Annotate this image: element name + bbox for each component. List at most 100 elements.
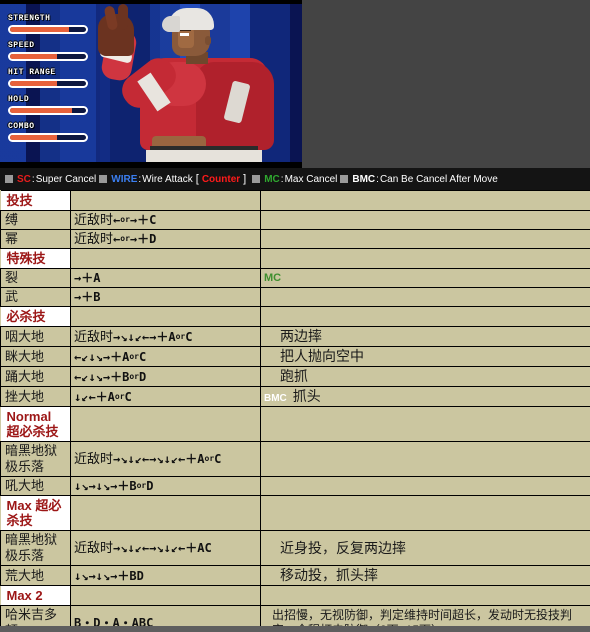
move-command: B・D・A・ABC (70, 605, 261, 626)
move-name: 咽大地 (0, 326, 71, 347)
table-row: 暗黑地狱极乐落 近敌时→↘↓↙←→↘↓↙←＋AorC (0, 441, 590, 477)
move-command-arrows: →↘↓↙←→＋A (113, 329, 176, 344)
fighter-fingers-2 (118, 4, 128, 30)
section-blank-cell (70, 406, 261, 442)
move-name: 荒大地 (0, 565, 71, 586)
stat-label: HIT RANGE (8, 68, 56, 77)
stat-bar-track (8, 79, 88, 88)
move-note-inline: 移动投，抓头摔 (264, 567, 587, 584)
fighter-eye (180, 33, 189, 36)
move-note-cell (260, 441, 590, 477)
move-command: ↓↘→↓↘→＋BorD (70, 476, 261, 496)
fighter-ear (205, 36, 211, 45)
move-command: 近敌时←or→＋C (70, 210, 261, 230)
section-blank-cell (260, 585, 590, 606)
stat-strength: STRENGTH (8, 14, 88, 34)
move-command-or: or (136, 481, 147, 490)
cancel-tag-bmc: BMC (264, 393, 287, 404)
section-header-row: 特殊技 (0, 248, 590, 269)
move-note-cell (260, 210, 590, 230)
stat-bar-track (8, 25, 88, 34)
stat-label: SPEED (8, 41, 35, 50)
move-command-or: or (129, 351, 139, 361)
move-note: 抓头 (292, 388, 321, 404)
move-command-arrows: ↓↘→↓↘→＋B (74, 479, 137, 493)
section-blank-cell (260, 406, 590, 442)
move-command: 近敌时→↘↓↙←→↘↓↙←＋AC (70, 530, 261, 566)
stat-speed: SPEED (8, 41, 88, 61)
move-command: ↓↙←＋AorC (70, 386, 261, 407)
move-command-arrows: ↓↙←＋A (74, 389, 115, 404)
stat-combo: COMBO (8, 122, 88, 142)
legend-desc-wire: Wire Attack (142, 173, 193, 185)
legend-desc-mc: Max Cancel (284, 173, 338, 185)
legend-key-wire: WIRE (111, 173, 138, 185)
table-row: 缚 近敌时←or→＋C (0, 210, 590, 230)
move-note: 移动投，抓头摔 (280, 567, 378, 583)
legend-square-icon (340, 175, 349, 183)
stat-bar-fill (10, 135, 58, 140)
move-note-inline: MC (264, 272, 587, 284)
section-header-row: 投技 (0, 190, 590, 211)
stat-bar-fill (10, 108, 73, 113)
section-blank-cell (70, 585, 261, 606)
move-command-prefix: 近敌时 (74, 328, 114, 344)
footer-bar (0, 626, 590, 632)
section-title: Normal 超必杀技 (0, 406, 71, 442)
move-note: 跑抓 (280, 368, 308, 384)
legend-colon: : (376, 173, 379, 185)
move-command-suffix: C (185, 329, 193, 344)
legend-square-icon (252, 175, 261, 183)
section-title: 特殊技 (0, 248, 71, 269)
move-command: →＋B (70, 287, 261, 307)
stat-hit-range: HIT RANGE (8, 68, 88, 88)
move-command: →＋A (70, 268, 261, 288)
table-row: 暗黑地狱极乐落 近敌时→↘↓↙←→↘↓↙←＋AC 近身投，反复两边摔 (0, 530, 590, 566)
section-blank-cell (70, 306, 261, 327)
move-name: 缚 (0, 210, 71, 230)
move-name: 暗黑地狱极乐落 (0, 441, 71, 477)
move-name: 暗黑地狱极乐落 (0, 530, 71, 566)
legend-key-mc: MC (264, 173, 280, 185)
move-note-cell: 出招慢，无视防御，判定维持时间超长，发动时无投技判定，全程打击防御（8下~15下… (260, 605, 590, 626)
move-name: 幂 (0, 229, 71, 249)
fighter-hair-side (162, 16, 180, 32)
move-command-or: or (120, 215, 130, 224)
move-note-cell: 跑抓 (260, 366, 590, 387)
move-command-prefix: 近敌时 (74, 540, 114, 555)
stat-bar-track (8, 106, 88, 115)
move-note-cell (260, 287, 590, 307)
legend-bar: SC : Super Cancel WIRE : Wire Attack [ C… (0, 168, 590, 190)
stat-label: COMBO (8, 122, 35, 131)
move-command: ↓↘→↓↘→＋BD (70, 565, 261, 586)
move-note: 出招慢，无视防御，判定维持时间超长，发动时无投技判定，全程打击防御（8下~15下… (272, 608, 573, 626)
section-header-row: Max 超必杀技 (0, 495, 590, 531)
move-name: 裂 (0, 268, 71, 288)
section-title: Max 2 (0, 585, 71, 606)
move-note-inline: 把人抛向空中 (264, 348, 587, 365)
move-command-suffix: C (139, 349, 147, 364)
movelist-body: 投技 缚 近敌时←or→＋C 幂 近敌时←or→＋D 特殊技 裂 →＋A MC … (0, 190, 590, 626)
stat-hold: HOLD (8, 95, 88, 115)
table-row: 踊大地 ←↙↓↘→＋BorD 跑抓 (0, 366, 590, 387)
move-command-suffix: C (214, 452, 222, 466)
move-command-arrows: ←↙↓↘→＋B (74, 369, 130, 384)
move-name: 挫大地 (0, 386, 71, 407)
section-title: 必杀技 (0, 306, 71, 327)
move-command-or: or (175, 331, 186, 341)
section-blank-cell (260, 248, 590, 269)
move-command: ←↙↓↘→＋AorC (70, 346, 261, 367)
legend-colon: : (280, 173, 284, 185)
legend-square-icon (5, 175, 13, 183)
section-header-row: Max 2 (0, 585, 590, 606)
move-command-or: or (204, 454, 215, 463)
move-name: 哈米吉多顿 (0, 605, 71, 626)
move-note-cell (260, 476, 590, 496)
move-command: 近敌时→↘↓↙←→＋AorC (70, 326, 261, 347)
section-blank-cell (260, 495, 590, 531)
table-row: 哈米吉多顿 B・D・A・ABC 出招慢，无视防御，判定维持时间超长，发动时无投技… (0, 605, 590, 626)
fighter-face (178, 28, 194, 48)
move-note-cell: 两边摔 (260, 326, 590, 347)
character-art-panel: STRENGTH SPEED HIT RANGE HOLD COMBO (0, 0, 590, 168)
move-command: ←↙↓↘→＋BorD (70, 366, 261, 387)
